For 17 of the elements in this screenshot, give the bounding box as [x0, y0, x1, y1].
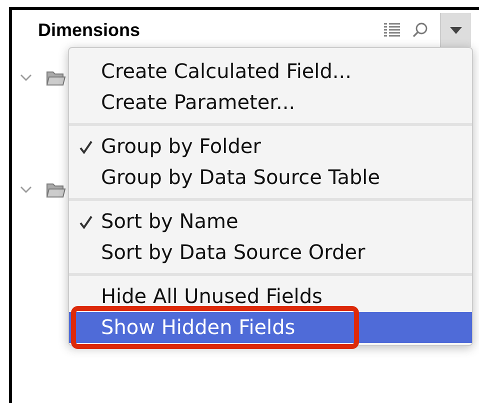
chevron-icon[interactable]	[20, 74, 32, 82]
menu-item[interactable]: Group by Data Source Table	[69, 162, 472, 193]
dropdown-button[interactable]	[440, 13, 471, 47]
folder-icon	[46, 70, 66, 86]
menu-item[interactable]: Create Calculated Field...	[69, 56, 472, 87]
menu-item[interactable]: Sort by Name	[69, 206, 472, 237]
menu-item[interactable]: Hide All Unused Fields	[69, 281, 472, 312]
search-icon[interactable]	[412, 22, 428, 38]
folder-icon	[46, 182, 66, 198]
panel-title: Dimensions	[38, 20, 142, 40]
menu-item[interactable]: Show Hidden Fields	[69, 312, 472, 343]
menu-item[interactable]: Group by Folder	[69, 131, 472, 162]
menu-item[interactable]: Create Parameter...	[69, 87, 472, 118]
menu-item[interactable]: Sort by Data Source Order	[69, 237, 472, 268]
chevron-icon[interactable]	[20, 186, 32, 194]
list-view-icon[interactable]	[384, 23, 400, 37]
caret-icon	[450, 26, 462, 34]
